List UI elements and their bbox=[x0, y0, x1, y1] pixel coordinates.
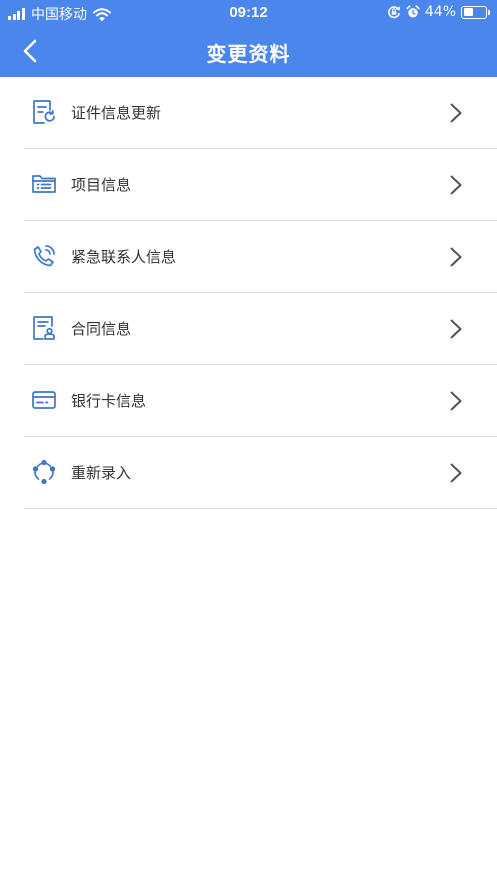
menu-item-label: 银行卡信息 bbox=[71, 392, 147, 410]
chevron-right-icon bbox=[450, 463, 462, 483]
battery-percent: 44% bbox=[424, 4, 456, 20]
menu-item-document-update[interactable]: 证件信息更新 bbox=[24, 77, 497, 149]
folder-list-icon bbox=[32, 175, 56, 193]
menu-list: 证件信息更新 项目信息 紧急联系人信息 合同信息 银行卡信息 重新录入 bbox=[24, 77, 497, 509]
chevron-right-icon bbox=[450, 247, 462, 267]
chevron-right-icon bbox=[450, 175, 462, 195]
menu-item-project-info[interactable]: 项目信息 bbox=[24, 149, 497, 221]
app-header: 中国移动 09:12 44% 变更资料 bbox=[0, 0, 497, 77]
menu-item-label: 项目信息 bbox=[71, 176, 132, 194]
rotation-lock-icon bbox=[387, 6, 400, 19]
chevron-right-icon bbox=[450, 391, 462, 411]
page-title: 变更资料 bbox=[206, 42, 291, 66]
menu-item-re-enter[interactable]: 重新录入 bbox=[24, 437, 497, 509]
contract-icon bbox=[33, 316, 55, 340]
nav-bar: 变更资料 bbox=[0, 26, 497, 77]
document-refresh-icon bbox=[33, 100, 55, 124]
status-right: 44% bbox=[387, 4, 490, 20]
chevron-right-icon bbox=[450, 319, 462, 339]
battery-icon bbox=[461, 5, 490, 19]
status-bar: 中国移动 09:12 44% bbox=[0, 0, 497, 26]
menu-item-label: 合同信息 bbox=[71, 320, 132, 338]
cycle-icon bbox=[32, 459, 56, 485]
alarm-icon bbox=[406, 5, 420, 18]
menu-item-emergency-contact[interactable]: 紧急联系人信息 bbox=[24, 221, 497, 293]
menu-item-label: 证件信息更新 bbox=[71, 104, 162, 122]
menu-item-bank-card[interactable]: 银行卡信息 bbox=[24, 365, 497, 437]
phone-call-icon bbox=[33, 245, 55, 267]
bank-card-icon bbox=[32, 391, 56, 409]
chevron-right-icon bbox=[450, 103, 462, 123]
menu-item-label: 紧急联系人信息 bbox=[71, 248, 177, 266]
battery-level bbox=[463, 8, 473, 16]
menu-item-label: 重新录入 bbox=[71, 464, 132, 482]
menu-item-contract-info[interactable]: 合同信息 bbox=[24, 293, 497, 365]
